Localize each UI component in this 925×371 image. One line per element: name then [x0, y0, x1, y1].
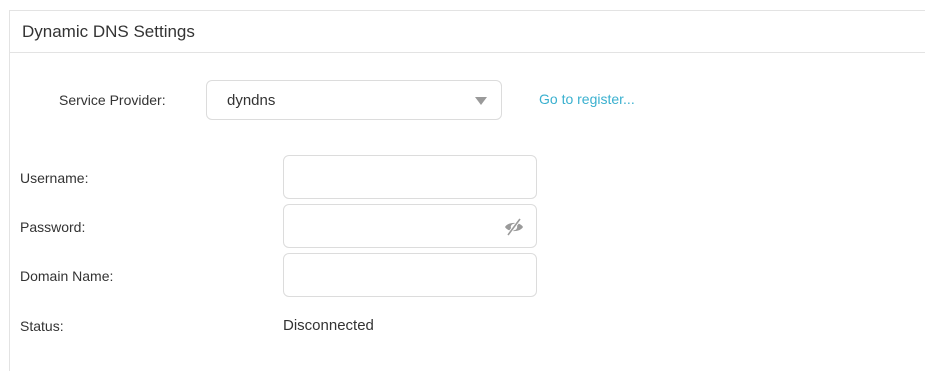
page-title: Dynamic DNS Settings [22, 22, 195, 41]
domain-name-input[interactable] [283, 253, 537, 297]
password-input[interactable] [283, 204, 537, 248]
go-to-register-link[interactable]: Go to register... [539, 91, 635, 107]
service-provider-select[interactable]: dyndns [206, 80, 502, 120]
username-input[interactable] [283, 155, 537, 199]
status-value: Disconnected [283, 317, 374, 334]
domain-name-label: Domain Name: [20, 268, 114, 284]
eye-slash-icon[interactable] [503, 217, 525, 237]
chevron-down-icon [475, 97, 487, 105]
username-label: Username: [20, 170, 89, 186]
service-provider-label: Service Provider: [59, 92, 166, 108]
service-provider-value: dyndns [227, 92, 276, 109]
panel-header: Dynamic DNS Settings [10, 11, 925, 53]
status-label: Status: [20, 318, 64, 334]
password-label: Password: [20, 219, 86, 235]
